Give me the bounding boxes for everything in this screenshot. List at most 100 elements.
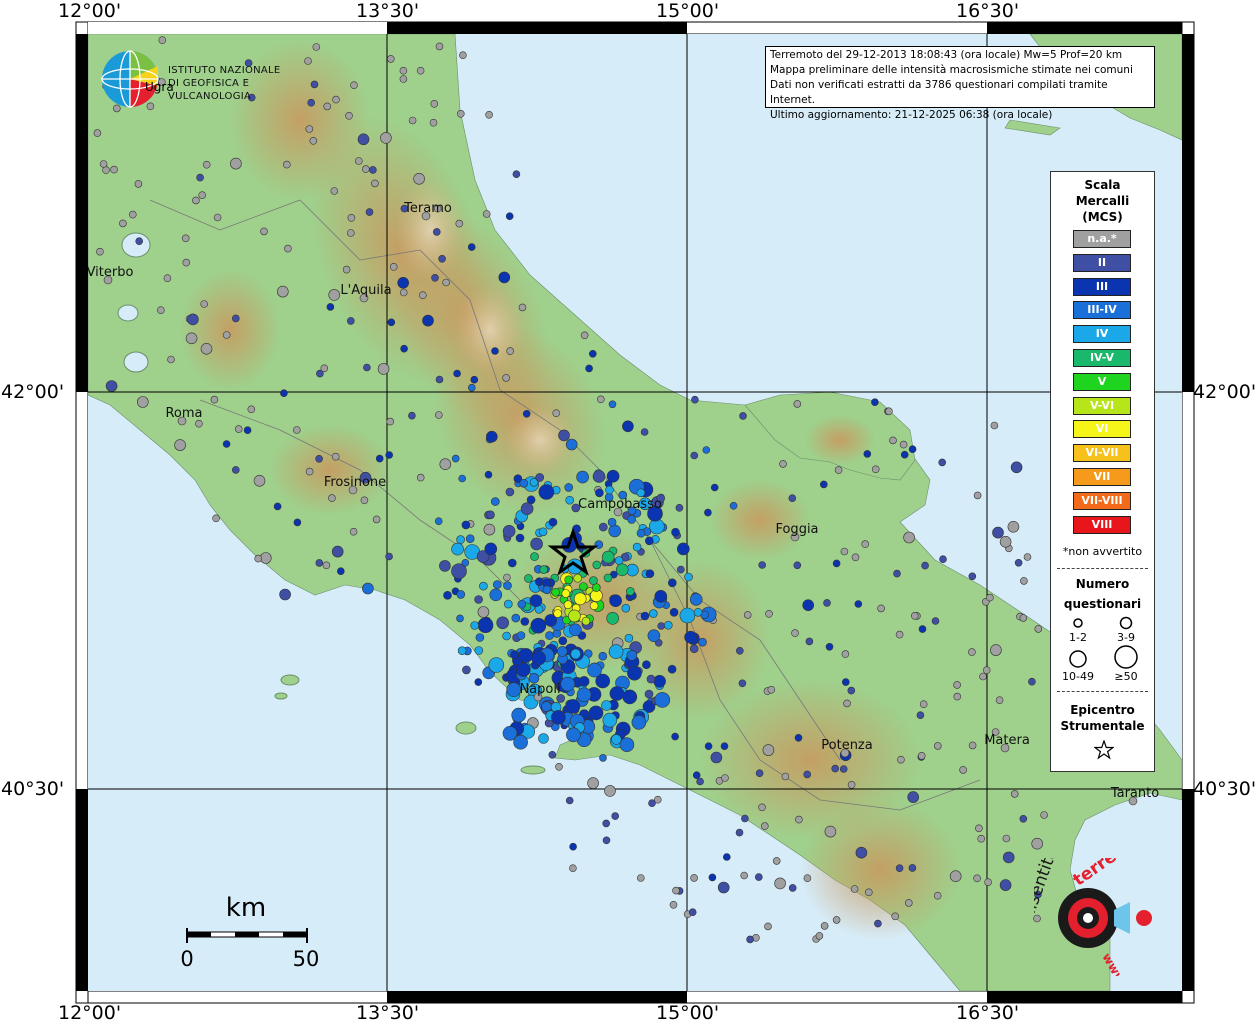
scale-min: 0 <box>180 947 193 971</box>
intensity-point <box>230 157 242 170</box>
intensity-point <box>538 733 549 744</box>
intensity-point <box>588 349 597 358</box>
intensity-point <box>696 777 704 786</box>
intensity-point <box>1010 461 1023 474</box>
intensity-point <box>561 589 571 598</box>
intensity-point <box>684 572 693 582</box>
city-label-viterbo: Viterbo <box>87 265 134 280</box>
intensity-point <box>729 501 738 510</box>
intensity-point <box>555 762 563 771</box>
intensity-point <box>439 560 451 572</box>
intensity-point <box>551 587 560 597</box>
intensity-point <box>903 531 915 544</box>
intensity-point <box>163 274 172 283</box>
intensity-point <box>916 711 925 720</box>
intensity-point <box>654 589 668 603</box>
intensity-point <box>609 594 622 608</box>
legend-swatch-vvi: V-VI <box>1073 396 1131 415</box>
intensity-point <box>669 900 678 909</box>
intensity-point <box>511 707 527 723</box>
intensity-point <box>486 510 495 520</box>
count-title-1: Numero <box>1075 577 1130 591</box>
intensity-point <box>482 210 491 218</box>
legend-title-3: (MCS) <box>1082 210 1123 224</box>
intensity-point <box>564 483 574 492</box>
intensity-point <box>135 237 143 245</box>
intensity-point <box>647 629 661 643</box>
intensity-point <box>610 734 622 745</box>
intensity-point <box>520 617 530 626</box>
intensity-point <box>315 454 323 463</box>
lat-label-right-2: 40°30' <box>1193 778 1255 800</box>
intensity-point <box>704 742 713 751</box>
intensity-point <box>874 919 882 928</box>
intensity-point <box>579 582 588 591</box>
intensity-point <box>841 678 850 686</box>
intensity-point <box>375 454 384 463</box>
intensity-point <box>530 617 547 634</box>
intensity-point <box>232 314 240 323</box>
intensity-point <box>1002 834 1011 843</box>
lon-label-top-3: 15°00' <box>656 0 720 22</box>
intensity-point <box>400 344 408 353</box>
intensity-point <box>503 573 511 582</box>
intensity-point <box>820 922 829 930</box>
intensity-point <box>743 611 752 619</box>
intensity-point <box>663 620 673 630</box>
legend-separator <box>1057 568 1148 569</box>
intensity-point <box>825 642 834 651</box>
intensity-point <box>815 932 824 940</box>
lon-label-top-4: 16°30' <box>956 0 1020 22</box>
intensity-point <box>640 428 649 436</box>
intensity-point <box>330 187 339 195</box>
intensity-point <box>675 503 684 512</box>
intensity-point <box>484 542 498 556</box>
intensity-point <box>1040 811 1048 819</box>
info-line-1: Terremoto del 29-12-2013 18:08:43 (ora l… <box>770 49 1123 61</box>
intensity-point <box>758 561 767 569</box>
intensity-point <box>451 454 460 463</box>
intensity-point <box>803 874 812 883</box>
intensity-point <box>105 380 118 392</box>
intensity-point <box>442 278 450 287</box>
intensity-point <box>247 405 256 414</box>
intensity-point <box>688 908 697 917</box>
intensity-point <box>793 400 802 408</box>
intensity-point <box>788 494 797 503</box>
intensity-point <box>795 815 803 824</box>
intensity-point <box>432 228 441 236</box>
hsi-text-2: terremoto.it <box>1070 858 1166 890</box>
intensity-point <box>346 317 355 325</box>
intensity-point <box>565 796 574 805</box>
intensity-point <box>803 770 812 779</box>
intensity-point <box>648 609 658 618</box>
intensity-point <box>331 452 340 461</box>
lon-label-bottom-3: 15°00' <box>656 1002 720 1024</box>
city-label-roma: Roma <box>165 406 202 421</box>
city-label-taranto: Taranto <box>1110 786 1159 801</box>
intensity-point <box>483 523 496 536</box>
intensity-point <box>458 474 467 483</box>
intensity-point <box>603 573 613 583</box>
intensity-point <box>451 563 467 580</box>
intensity-point <box>315 559 324 567</box>
info-line-2: Mappa preliminare delle intensità macros… <box>770 64 1133 76</box>
intensity-point <box>692 771 701 780</box>
intensity-point <box>594 540 604 549</box>
intensity-point <box>791 629 799 637</box>
intensity-point <box>470 621 480 630</box>
intensity-point <box>602 712 618 728</box>
city-label-campobasso: Campobasso <box>578 497 662 512</box>
intensity-point <box>907 791 920 803</box>
intensity-point <box>968 648 976 656</box>
legend-swatch-ivv: IV-V <box>1073 349 1131 367</box>
scale-unit: km <box>226 893 266 923</box>
intensity-point <box>580 331 589 340</box>
intensity-point <box>305 125 314 133</box>
intensity-point <box>708 873 717 882</box>
intensity-point <box>589 576 598 585</box>
legend-swatch-na: n.a.* <box>1073 230 1131 248</box>
intensity-point <box>760 822 769 830</box>
intensity-point <box>507 558 517 568</box>
intensity-point <box>671 732 679 741</box>
